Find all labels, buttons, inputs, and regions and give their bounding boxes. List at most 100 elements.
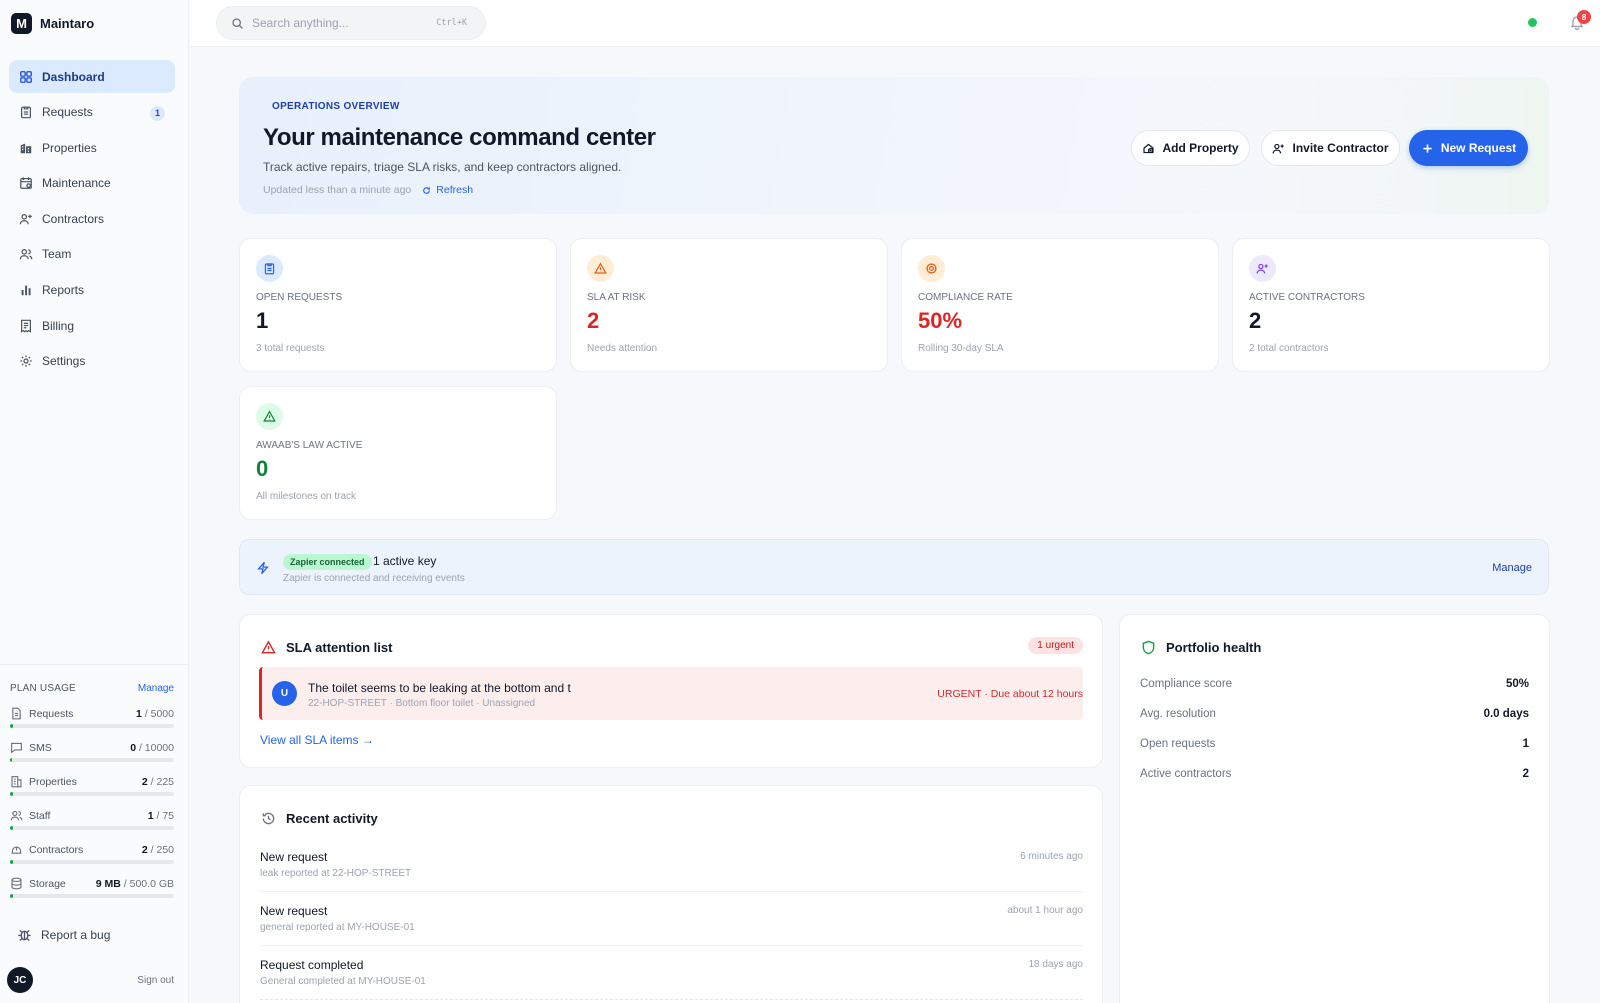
sidebar-item-requests[interactable]: Requests 1	[9, 96, 175, 129]
add-property-button[interactable]: Add Property	[1131, 130, 1250, 166]
message-icon	[11, 742, 22, 754]
clipboard-icon	[21, 106, 31, 119]
usage-label: Contractors	[29, 844, 84, 856]
hero-banner: OPERATIONS OVERVIEW Your maintenance com…	[239, 77, 1549, 214]
list-item[interactable]: New request leak reported at 22-HOP-STRE…	[260, 838, 1083, 892]
page-title: Your maintenance command center	[263, 124, 656, 151]
stat-footnote: 3 total requests	[256, 343, 325, 354]
sla-item-subtitle: 22-HOP-STREET · Bottom floor toilet · Un…	[308, 698, 536, 709]
sidebar-item-team[interactable]: Team	[9, 238, 175, 271]
refresh-button[interactable]: Refresh	[422, 184, 473, 196]
shield-icon	[1142, 640, 1155, 655]
sla-item[interactable]: U The toilet seems to be leaking at the …	[259, 667, 1083, 720]
list-item[interactable]: Request completed General completed at M…	[260, 946, 1083, 1000]
plan-manage-link[interactable]: Manage	[138, 683, 174, 694]
sidebar-item-label: Requests	[42, 105, 93, 120]
user-plus-icon	[19, 213, 32, 225]
report-bug-label: Report a bug	[41, 927, 111, 942]
sign-out-link[interactable]: Sign out	[137, 975, 174, 986]
brand-name: Maintaro	[40, 15, 95, 31]
sidebar-item-label: Team	[42, 247, 72, 262]
portfolio-value: 50%	[1505, 678, 1529, 690]
search-box[interactable]: Ctrl+K	[216, 6, 486, 40]
stat-footnote: All milestones on track	[256, 491, 357, 502]
clipboard-icon	[264, 263, 275, 275]
zapier-status-badge: Zapier connected	[283, 554, 372, 570]
refresh-label: Refresh	[436, 184, 474, 196]
stat-value: 2	[1249, 308, 1262, 333]
sidebar-item-reports[interactable]: Reports	[9, 274, 175, 307]
avatar[interactable]: JC	[7, 967, 33, 993]
usage-value: 1 / 75	[147, 810, 174, 822]
sla-item-due: URGENT · Due about 12 hours	[937, 688, 1083, 700]
list-item[interactable]: New request general reported at MY-HOUSE…	[260, 892, 1083, 946]
stat-card-active-contractors[interactable]: ACTIVE CONTRACTORS 2 2 total contractors	[1232, 238, 1550, 372]
building-icon	[20, 143, 32, 153]
stat-card-open-requests[interactable]: OPEN REQUESTS 1 3 total requests	[239, 238, 557, 372]
usage-value: 9 MB / 500.0 GB	[95, 878, 174, 890]
search-icon	[232, 17, 243, 29]
portfolio-row: Avg. resolution 0.0 days	[1140, 708, 1529, 720]
activity-time: 6 minutes ago	[1020, 851, 1083, 862]
invite-contractor-button[interactable]: Invite Contractor	[1261, 130, 1400, 166]
panel-header: SLA attention list	[261, 640, 392, 655]
view-all-sla-link[interactable]: View all SLA items →	[260, 733, 374, 747]
hardhat-icon	[11, 846, 22, 854]
topbar: Ctrl+K 8	[190, 0, 1600, 47]
panel-header: Portfolio health	[1141, 640, 1261, 655]
activity-title: New request	[260, 850, 328, 864]
stat-card-sla-at-risk[interactable]: SLA AT RISK 2 Needs attention	[570, 238, 888, 372]
users-icon	[19, 249, 33, 260]
requests-count-badge: 1	[150, 105, 165, 121]
portfolio-row: Active contractors 2	[1140, 768, 1529, 780]
sidebar-item-maintenance[interactable]: Maintenance	[9, 167, 175, 200]
users-icon	[10, 810, 23, 821]
new-request-button[interactable]: New Request	[1409, 130, 1528, 166]
sidebar-item-dashboard[interactable]: Dashboard	[9, 60, 175, 93]
portfolio-label: Avg. resolution	[1140, 708, 1216, 720]
updated-text: Updated less than a minute ago	[263, 184, 412, 196]
refresh-icon	[423, 186, 431, 194]
sidebar-item-label: Properties	[42, 140, 97, 155]
sidebar-item-settings[interactable]: Settings	[9, 345, 175, 378]
stat-icon-wrap	[256, 403, 283, 430]
building-icon	[11, 776, 22, 788]
brand[interactable]: M Maintaro	[0, 0, 188, 46]
stat-value: 1	[256, 308, 269, 333]
user-plus-icon	[1273, 143, 1285, 153]
stat-icon-wrap	[1249, 255, 1276, 282]
portfolio-label: Active contractors	[1140, 768, 1232, 780]
activity-time: about 1 hour ago	[1007, 905, 1083, 916]
stat-footnote: 2 total contractors	[1249, 343, 1329, 354]
stat-footnote: Needs attention	[587, 343, 658, 354]
stat-footnote: Rolling 30-day SLA	[918, 343, 1004, 354]
activity-subtitle: leak reported at 22-HOP-STREET	[260, 868, 412, 879]
panel-title: SLA attention list	[286, 640, 393, 655]
stat-card-compliance-rate[interactable]: COMPLIANCE RATE 50% Rolling 30-day SLA	[901, 238, 1219, 372]
portfolio-value: 1	[1522, 738, 1529, 750]
usage-label: Storage	[29, 878, 66, 890]
sidebar-item-contractors[interactable]: Contractors	[9, 202, 175, 235]
sidebar-item-billing[interactable]: Billing	[9, 309, 175, 342]
sidebar-item-properties[interactable]: Properties	[9, 131, 175, 164]
report-bug-button[interactable]: Report a bug	[17, 927, 110, 942]
sidebar-item-label: Dashboard	[42, 69, 105, 84]
zapier-manage-link[interactable]: Manage	[1492, 562, 1532, 574]
search-input[interactable]	[252, 16, 422, 30]
sidebar-item-label: Billing	[42, 318, 75, 333]
stat-card-awaabs-law[interactable]: AWAAB'S LAW ACTIVE 0 All milestones on t…	[239, 386, 557, 520]
portfolio-value: 2	[1522, 768, 1529, 780]
invite-contractor-label: Invite Contractor	[1292, 141, 1389, 155]
usage-label: Staff	[29, 810, 51, 822]
portfolio-row: Compliance score 50%	[1140, 678, 1529, 690]
sidebar: M Maintaro Dashboard Requests 1 Properti…	[0, 0, 189, 1003]
warning-icon	[263, 410, 276, 422]
status-indicator	[1528, 18, 1537, 27]
grid-icon	[20, 70, 32, 83]
hero-eyebrow: OPERATIONS OVERVIEW	[272, 101, 400, 112]
sidebar-item-label: Maintenance	[42, 176, 111, 191]
zapier-subtitle: Zapier is connected and receiving events	[283, 573, 465, 584]
panel-header: Recent activity	[261, 811, 378, 826]
usage-value: 2 / 225	[141, 776, 174, 788]
plan-usage: PLAN USAGE Manage Requests 1 / 5000 SMS …	[0, 664, 188, 898]
